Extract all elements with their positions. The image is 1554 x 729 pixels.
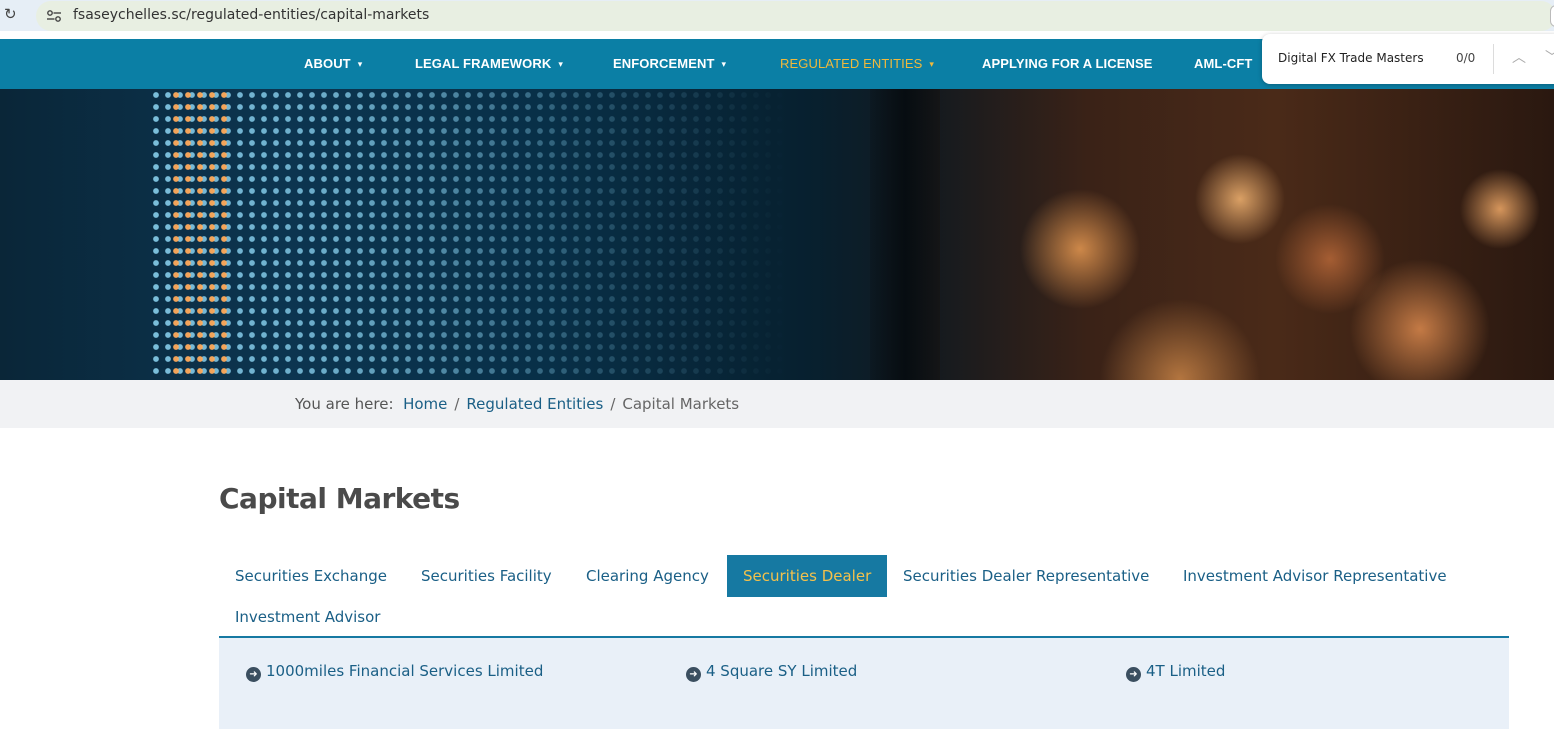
breadcrumb-prefix: You are here: (295, 395, 394, 413)
hero-banner-image (0, 89, 1554, 380)
breadcrumb-regulated-entities[interactable]: Regulated Entities (466, 395, 603, 413)
arrow-circle-right-icon: ➜ (686, 667, 701, 682)
find-in-page-bar: Digital FX Trade Masters 0/0 ︿ ﹀ (1262, 34, 1554, 84)
chevron-down-icon: ▾ (721, 59, 727, 69)
address-bar[interactable]: fsaseychelles.sc/regulated-entities/capi… (36, 1, 1554, 31)
chevron-down-icon: ▾ (357, 59, 363, 69)
tab-securities-facility[interactable]: Securities Facility (405, 555, 568, 597)
find-input[interactable]: Digital FX Trade Masters (1278, 51, 1424, 65)
tab-investment-advisor-representative[interactable]: Investment Advisor Representative (1167, 555, 1463, 597)
url-text[interactable]: fsaseychelles.sc/regulated-entities/capi… (73, 7, 429, 23)
tab-securities-dealer-representative[interactable]: Securities Dealer Representative (887, 555, 1165, 597)
nav-item-legal-framework[interactable]: LEGAL FRAMEWORK ▾ (415, 39, 563, 89)
site-info-icon[interactable] (46, 9, 62, 23)
entity-link[interactable]: 4T Limited (1146, 662, 1225, 680)
breadcrumb-current: Capital Markets (622, 395, 740, 413)
breadcrumb: You are here: Home / Regulated Entities / Ca… (295, 395, 739, 413)
nav-item-label: ENFORCEMENT (613, 56, 715, 71)
breadcrumb-separator: / (454, 395, 460, 413)
tab-securities-exchange[interactable]: Securities Exchange (219, 555, 403, 597)
list-item[interactable]: ➜ 4 Square SY Limited (686, 662, 857, 682)
nav-item-label: REGULATED ENTITIES (780, 56, 923, 71)
entity-link[interactable]: 4 Square SY Limited (706, 662, 857, 680)
find-match-count: 0/0 (1456, 51, 1476, 65)
nav-item-regulated-entities[interactable]: REGULATED ENTITIES ▾ (780, 39, 934, 89)
reload-icon[interactable]: ↻ (4, 6, 18, 22)
profile-icon[interactable] (1550, 5, 1554, 27)
entity-link[interactable]: 1000miles Financial Services Limited (266, 662, 543, 680)
nav-item-applying-for-a-license[interactable]: APPLYING FOR A LICENSE (982, 39, 1153, 89)
list-item[interactable]: ➜ 1000miles Financial Services Limited (246, 662, 543, 682)
chevron-down-icon: ▾ (929, 59, 935, 69)
nav-item-label: LEGAL FRAMEWORK (415, 56, 552, 71)
nav-item-enforcement[interactable]: ENFORCEMENT ▾ (613, 39, 726, 89)
nav-item-label: ABOUT (304, 56, 351, 71)
nav-item-aml-cft[interactable]: AML-CFT (1194, 39, 1252, 89)
tab-clearing-agency[interactable]: Clearing Agency (570, 555, 725, 597)
page-title: Capital Markets (219, 482, 460, 515)
nav-item-label: AML-CFT (1194, 56, 1253, 71)
list-item[interactable]: ➜ 4T Limited (1126, 662, 1225, 682)
nav-item-label: APPLYING FOR A LICENSE (982, 56, 1153, 71)
find-divider (1493, 44, 1494, 74)
hero-led-display (150, 89, 790, 380)
browser-toolbar: ↻ fsaseychelles.sc/regulated-entities/ca… (0, 0, 1554, 31)
nav-item-about[interactable]: ABOUT ▾ (304, 39, 362, 89)
breadcrumb-bar: You are here: Home / Regulated Entities / Ca… (0, 380, 1554, 428)
breadcrumb-separator: / (610, 395, 616, 413)
arrow-circle-right-icon: ➜ (246, 667, 261, 682)
hero-led-display-accent (170, 89, 230, 380)
arrow-circle-right-icon: ➜ (1126, 667, 1141, 682)
tab-investment-advisor[interactable]: Investment Advisor (219, 596, 396, 638)
breadcrumb-home[interactable]: Home (403, 395, 447, 413)
tab-securities-dealer[interactable]: Securities Dealer (727, 555, 887, 597)
hero-divider (870, 89, 940, 380)
chevron-up-icon[interactable]: ︿ (1512, 47, 1526, 67)
chevron-down-icon: ▾ (558, 59, 563, 69)
chevron-down-icon[interactable]: ﹀ (1545, 47, 1554, 67)
entity-list-panel: ➜ 1000miles Financial Services Limited ➜ 4… (219, 638, 1509, 729)
